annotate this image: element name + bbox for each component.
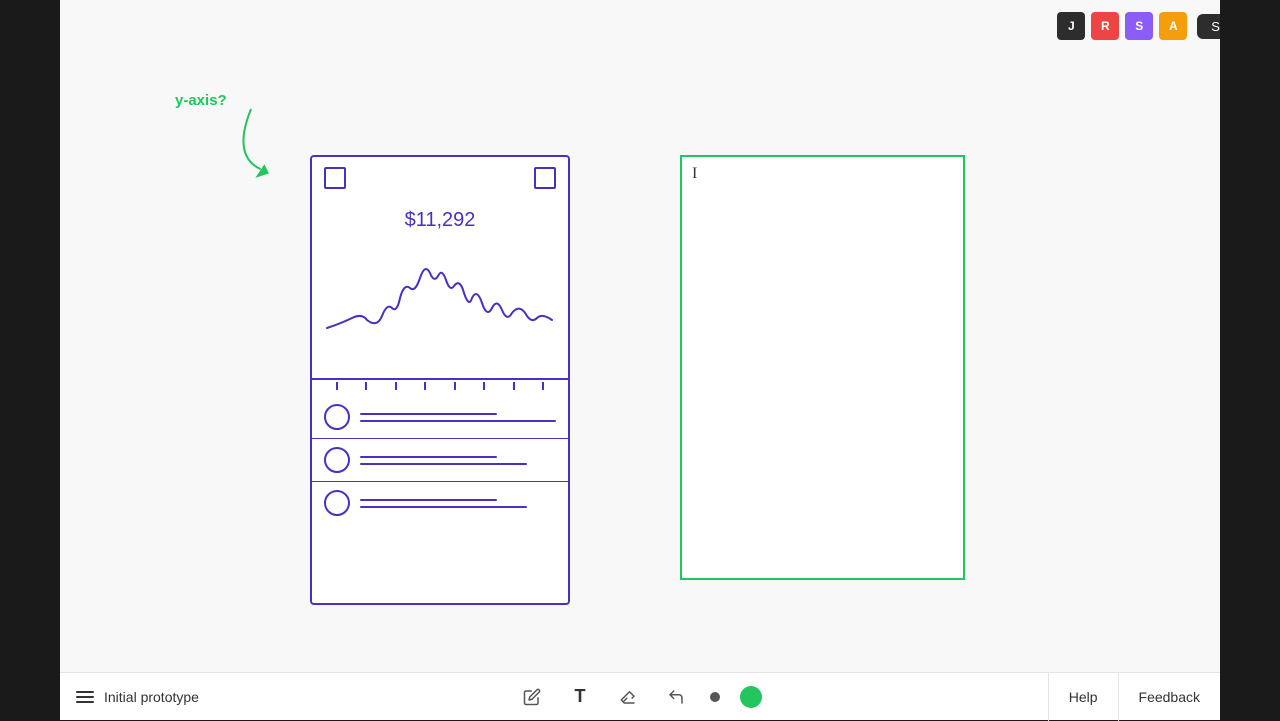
list-item bbox=[312, 396, 568, 439]
phone-wireframe: $11,292 bbox=[310, 155, 570, 605]
project-name: Initial prototype bbox=[104, 689, 199, 705]
phone-top-right-sq bbox=[534, 167, 556, 189]
menu-icon[interactable] bbox=[76, 691, 94, 703]
eraser-tool[interactable] bbox=[614, 683, 642, 711]
phone-amount: $11,292 bbox=[312, 199, 568, 238]
toolbar-right: Help Feedback bbox=[1048, 673, 1220, 721]
toolbar-center: T bbox=[518, 683, 762, 711]
x-axis-ticks bbox=[312, 380, 568, 390]
list-text-lines bbox=[360, 456, 556, 465]
chart-area bbox=[312, 238, 568, 378]
avatar-s: S bbox=[1125, 12, 1153, 40]
text-tool[interactable]: T bbox=[566, 683, 594, 711]
undo-tool[interactable] bbox=[662, 683, 690, 711]
list-text-lines bbox=[360, 499, 556, 508]
pencil-tool[interactable] bbox=[518, 683, 546, 711]
list-section bbox=[312, 390, 568, 530]
help-button[interactable]: Help bbox=[1048, 673, 1118, 721]
annotation-label: y-axis? bbox=[175, 92, 227, 109]
list-text-lines bbox=[360, 413, 556, 422]
avatar-r: R bbox=[1091, 12, 1119, 40]
list-avatar bbox=[324, 490, 350, 516]
list-item bbox=[312, 482, 568, 524]
phone-top-left-sq bbox=[324, 167, 346, 189]
chart-svg bbox=[322, 238, 562, 358]
avatar-a: A bbox=[1159, 12, 1187, 40]
list-avatar bbox=[324, 404, 350, 430]
green-text-box[interactable]: I bbox=[680, 155, 965, 580]
list-item bbox=[312, 439, 568, 482]
bottombar: Initial prototype T bbox=[60, 672, 1220, 720]
separator-dot bbox=[710, 692, 720, 702]
feedback-button[interactable]: Feedback bbox=[1118, 673, 1220, 721]
avatar-j: J bbox=[1057, 12, 1085, 40]
text-cursor: I bbox=[682, 157, 963, 191]
color-picker-green[interactable] bbox=[740, 686, 762, 708]
list-avatar bbox=[324, 447, 350, 473]
